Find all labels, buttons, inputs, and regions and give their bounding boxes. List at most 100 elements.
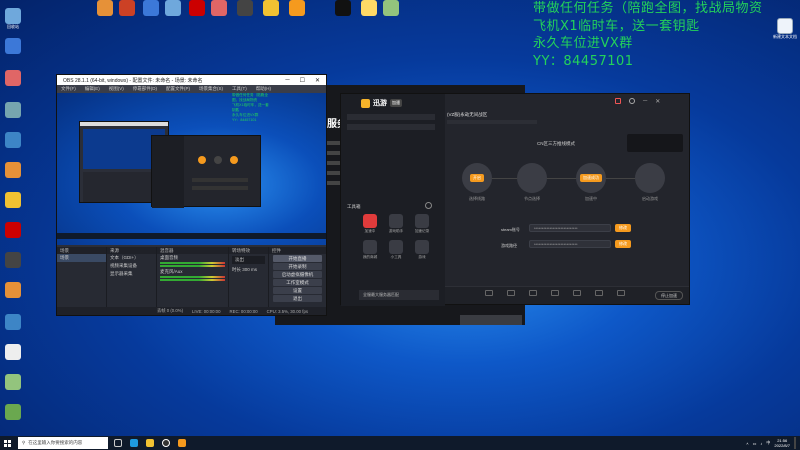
assistant-tool-icon[interactable]	[389, 214, 403, 228]
volume-icon[interactable]: ♪	[760, 441, 762, 446]
source-item[interactable]: 视频采集设备	[107, 262, 156, 270]
desktop-icon[interactable]	[0, 344, 26, 361]
obs-menu-item[interactable]: 场景集合(S)	[199, 86, 223, 92]
taskbar-app-explorer[interactable]	[143, 437, 156, 450]
desktop-icon[interactable]	[0, 222, 26, 239]
app-icon	[5, 70, 21, 86]
minimize-icon[interactable]: ─	[285, 77, 289, 84]
desktop-icon[interactable]	[330, 0, 356, 17]
obs-preview[interactable]: 带做任何任务（陪跑全图，找战局物资 飞机X1临时车，送一套钥匙 永久车位进VX群…	[57, 93, 326, 245]
source-item[interactable]: 文本（GDI+）	[107, 254, 156, 262]
side-banner[interactable]: 全服最大服务器匹配	[359, 290, 439, 300]
obs-window[interactable]: OBS 28.1.1 (64-bit, windows) - 配置文件: 未命名…	[56, 74, 327, 316]
accelerate-tool-icon[interactable]	[363, 214, 377, 228]
obs-control-button[interactable]: 启动虚拟摄像机	[273, 271, 322, 278]
mixer-panel[interactable]: 混音器 桌面音频 麦克风/Aux	[157, 247, 229, 315]
show-desktop-button[interactable]	[794, 437, 796, 449]
obs-menu-item[interactable]: 工具(T)	[232, 86, 247, 92]
maximize-icon[interactable]: ☐	[300, 77, 305, 84]
desktop-icon[interactable]	[0, 162, 26, 179]
toolbar-icon[interactable]	[573, 290, 581, 296]
obs-menu-item[interactable]: 文件(F)	[61, 86, 76, 92]
desktop-icon[interactable]	[206, 0, 232, 17]
desktop-icon[interactable]	[0, 38, 26, 55]
store-tool-icon[interactable]	[363, 240, 377, 254]
obs-menu-item[interactable]: 配置文件(P)	[166, 86, 190, 92]
desktop-icon[interactable]	[0, 252, 26, 269]
toolbar-icon[interactable]	[507, 290, 515, 296]
close-icon[interactable]: ✕	[655, 98, 660, 105]
step-4[interactable]	[635, 163, 665, 193]
gift-icon[interactable]	[615, 98, 621, 104]
app-main: (VZ服)永劫无间战区 ─ ✕ CN区三方推线模式 开启 加速成功 选择线路 节…	[445, 94, 689, 306]
desktop-icon[interactable]	[0, 314, 26, 331]
desktop-icon[interactable]	[114, 0, 140, 17]
step-2[interactable]	[517, 163, 547, 193]
taskbar-app-edge[interactable]	[127, 437, 140, 450]
scenes-panel[interactable]: 场景 场景 + −	[57, 247, 107, 315]
toolbar-icon[interactable]	[617, 290, 625, 296]
obs-control-button[interactable]: 开始直播	[273, 255, 322, 262]
desktop-icon[interactable]	[232, 0, 258, 17]
desktop-icon[interactable]	[258, 0, 284, 17]
obs-menu-item[interactable]: 帮助(H)	[256, 86, 271, 92]
desktop-icon[interactable]	[0, 192, 26, 209]
network-icon[interactable]: ▭	[753, 441, 757, 446]
desktop-icon[interactable]	[284, 0, 310, 17]
obs-control-button[interactable]: 退出	[273, 295, 322, 302]
minimize-icon[interactable]: ─	[643, 98, 647, 105]
step-1[interactable]: 开启	[462, 163, 492, 193]
toolbar-icon[interactable]	[485, 290, 493, 296]
taskbar-app-obs[interactable]	[159, 437, 172, 450]
tray-up-icon[interactable]: ˄	[746, 441, 748, 446]
desktop-icon[interactable]	[160, 0, 186, 17]
start-button[interactable]	[0, 436, 14, 450]
overlay-line: 飞机X1临时车，送一套钥匙	[533, 18, 700, 34]
widget-tool-icon[interactable]	[389, 240, 403, 254]
stop-accelerate-button[interactable]: 停止加速	[655, 291, 683, 300]
obs-control-button[interactable]: 开始录制	[273, 263, 322, 270]
booster-app-window[interactable]: 迅游 加速 工具箱 加速中 游戏助手 加速记录 我的商城 小工具 游戏 全服最大…	[340, 93, 690, 306]
sources-panel[interactable]: 来源 文本（GDI+） 视频采集设备 显示器采集 + −	[107, 247, 157, 315]
settings-icon[interactable]	[629, 98, 635, 104]
app-icon	[211, 0, 227, 16]
desktop-icon[interactable]	[0, 70, 26, 87]
toolbar-icon[interactable]	[595, 290, 603, 296]
obs-menu-item[interactable]: 停靠部件(D)	[133, 86, 157, 92]
game-path-field[interactable]: ****************************	[529, 240, 611, 248]
overlay-line: 带做任何任务（陪跑全图，找战局物资	[533, 1, 763, 16]
desktop-icon[interactable]: 回收站	[0, 8, 26, 29]
obs-titlebar[interactable]: OBS 28.1.1 (64-bit, windows) - 配置文件: 未命名…	[57, 75, 326, 85]
transitions-panel[interactable]: 转场特效 淡出 时长 300 ms	[229, 247, 269, 315]
scene-item[interactable]: 场景	[57, 254, 106, 262]
desktop-icon[interactable]	[0, 374, 26, 391]
desktop-icon[interactable]	[0, 132, 26, 149]
toolbar-icon[interactable]	[529, 290, 537, 296]
edit-account-button[interactable]: 修改	[615, 224, 631, 232]
desktop-icon-text-doc[interactable]: 新建文本文档	[772, 18, 798, 39]
desktop-icon[interactable]	[378, 0, 404, 17]
desktop-icon[interactable]	[0, 282, 26, 299]
obs-menu-item[interactable]: 编辑(E)	[85, 86, 100, 92]
ime-icon[interactable]: 中	[766, 440, 770, 446]
record-tool-icon[interactable]	[415, 214, 429, 228]
obs-control-button[interactable]: 工作室模式	[273, 279, 322, 286]
taskbar-app-booster[interactable]	[175, 437, 188, 450]
close-icon[interactable]: ✕	[315, 77, 320, 84]
desktop-icon[interactable]	[0, 102, 26, 119]
obs-control-button[interactable]: 设置	[273, 287, 322, 294]
obs-menu-item[interactable]: 视图(V)	[109, 86, 124, 92]
taskbar-search[interactable]: ⚲ 在这里输入你要搜索的内容	[18, 437, 108, 449]
desktop-icon[interactable]	[0, 404, 26, 421]
mixer-header: 混音器	[157, 247, 228, 254]
toolbar-icon[interactable]	[551, 290, 559, 296]
steam-account-field[interactable]: ****************************	[529, 224, 611, 232]
source-item[interactable]: 显示器采集	[107, 270, 156, 278]
clock[interactable]: 21:56 2022/8/7	[774, 438, 790, 448]
transition-select[interactable]: 淡出	[232, 256, 265, 264]
info-icon[interactable]	[425, 202, 432, 209]
edit-path-button[interactable]: 修改	[615, 240, 631, 248]
step-3[interactable]: 加速成功	[576, 163, 606, 193]
game-tool-icon[interactable]	[415, 240, 429, 254]
taskview-icon[interactable]	[111, 437, 124, 450]
